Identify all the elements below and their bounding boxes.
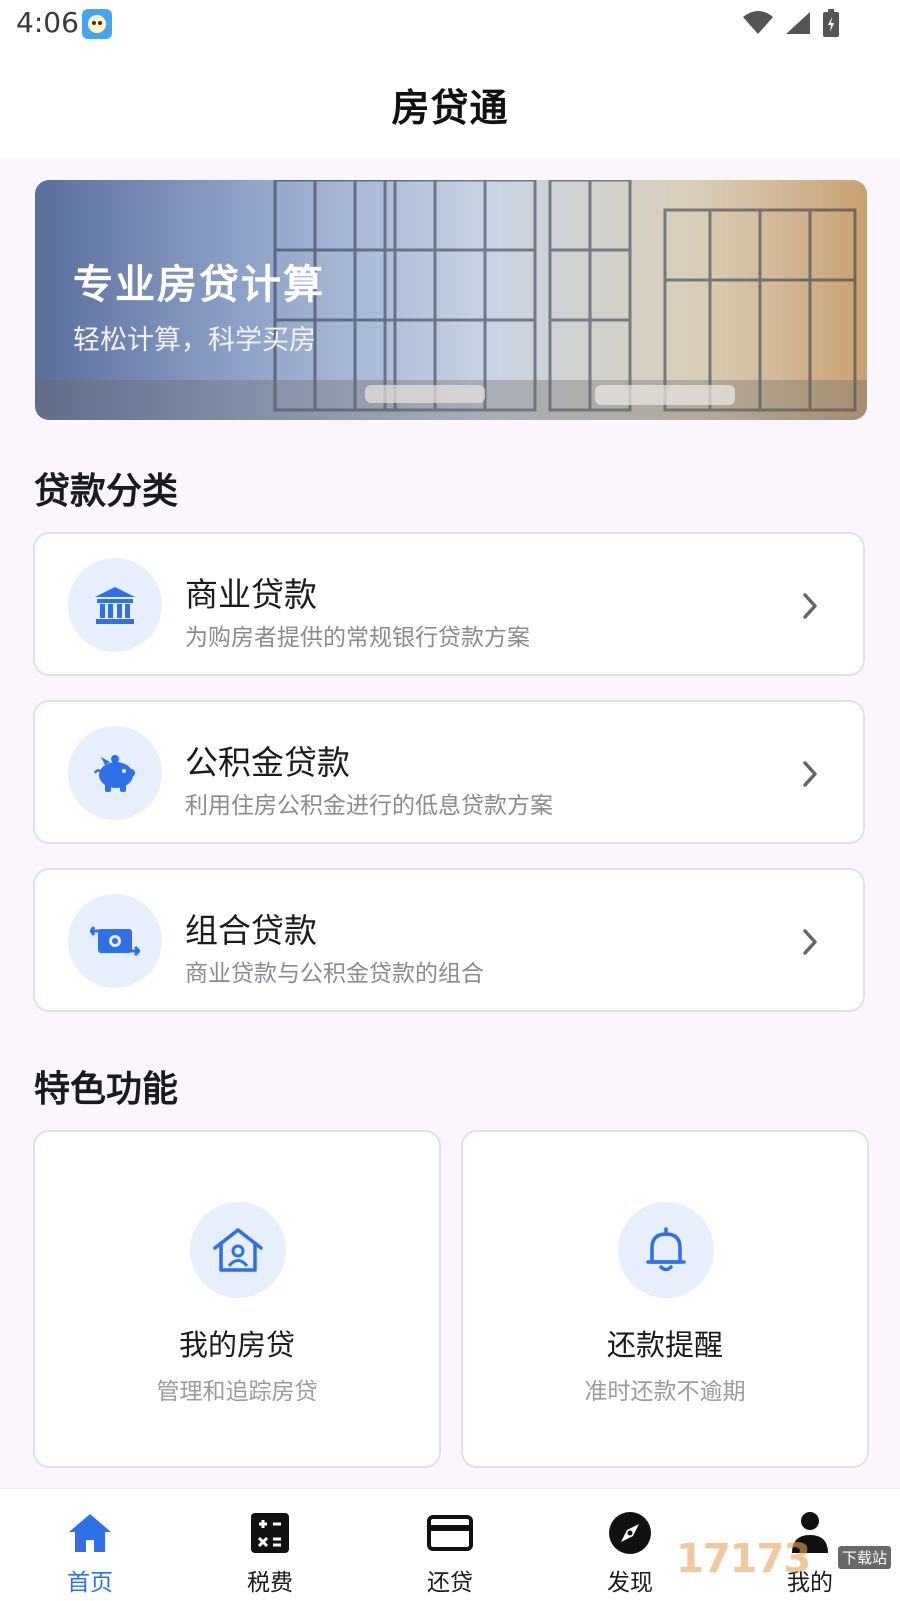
loan-card-combined[interactable]: 组合贷款 商业贷款与公积金贷款的组合 [33,868,865,1012]
battery-icon [823,9,839,37]
status-time: 4:06 [16,6,79,39]
nav-item-repay[interactable]: 还贷 [360,1489,540,1601]
hero-banner[interactable]: 专业房贷计算 轻松计算，科学买房 [35,180,867,420]
app-notification-icon [82,9,112,39]
loan-icon-container [68,894,162,988]
feature-card-my-mortgage[interactable]: 我的房贷 管理和追踪房贷 [33,1130,441,1468]
feature-description: 管理和追踪房贷 [156,1379,318,1405]
chevron-right-icon [803,761,817,787]
loan-description: 商业贷款与公积金贷款的组合 [185,961,484,987]
feature-icon-container [190,1202,286,1298]
loan-section-title: 贷款分类 [34,471,179,512]
wifi-icon [743,11,773,34]
loan-icon-container [68,726,162,820]
nav-label: 税费 [247,1570,293,1596]
feature-description: 准时还款不逾期 [584,1379,746,1405]
loan-title: 公积金贷款 [185,743,350,782]
feature-section-title: 特色功能 [34,1069,179,1110]
calculator-icon [246,1509,294,1557]
credit-card-icon [426,1509,474,1557]
nav-item-home[interactable]: 首页 [0,1489,180,1601]
status-bar: 4:06 [0,0,900,50]
chevron-right-icon [803,593,817,619]
piggy-bank-icon [93,755,135,792]
loan-card-commercial[interactable]: 商业贷款 为购房者提供的常规银行贷款方案 [33,532,865,676]
feature-title: 我的房贷 [178,1328,295,1362]
compass-icon [606,1509,654,1557]
loan-title: 商业贷款 [185,575,317,614]
feature-card-repayment-reminder[interactable]: 还款提醒 准时还款不逾期 [461,1130,869,1468]
loan-description: 利用住房公积金进行的低息贷款方案 [185,793,553,819]
loan-card-provident-fund[interactable]: 公积金贷款 利用住房公积金进行的低息贷款方案 [33,700,865,844]
nav-label: 还贷 [427,1570,473,1596]
page-title: 房贷通 [391,85,509,130]
chevron-right-icon [803,929,817,955]
bank-icon [95,587,135,624]
money-exchange-icon [90,926,140,957]
feature-title: 还款提醒 [606,1328,723,1362]
loan-title: 组合贷款 [185,911,317,950]
status-icons [742,8,840,38]
bell-icon [646,1227,686,1272]
home-icon [66,1509,114,1557]
house-user-icon [213,1228,263,1272]
loan-icon-container [68,558,162,652]
watermark-tag: 下载站 [838,1546,892,1569]
nav-label: 首页 [67,1570,113,1596]
signal-icon [786,12,810,34]
nav-item-tax[interactable]: 税费 [180,1489,360,1601]
banner-title: 专业房贷计算 [73,262,325,308]
feature-icon-container [618,1202,714,1298]
watermark: 17173 [676,1536,811,1582]
app-bar: 房贷通 [0,50,900,158]
banner-subtitle: 轻松计算，科学买房 [73,325,316,356]
loan-description: 为购房者提供的常规银行贷款方案 [185,625,530,651]
